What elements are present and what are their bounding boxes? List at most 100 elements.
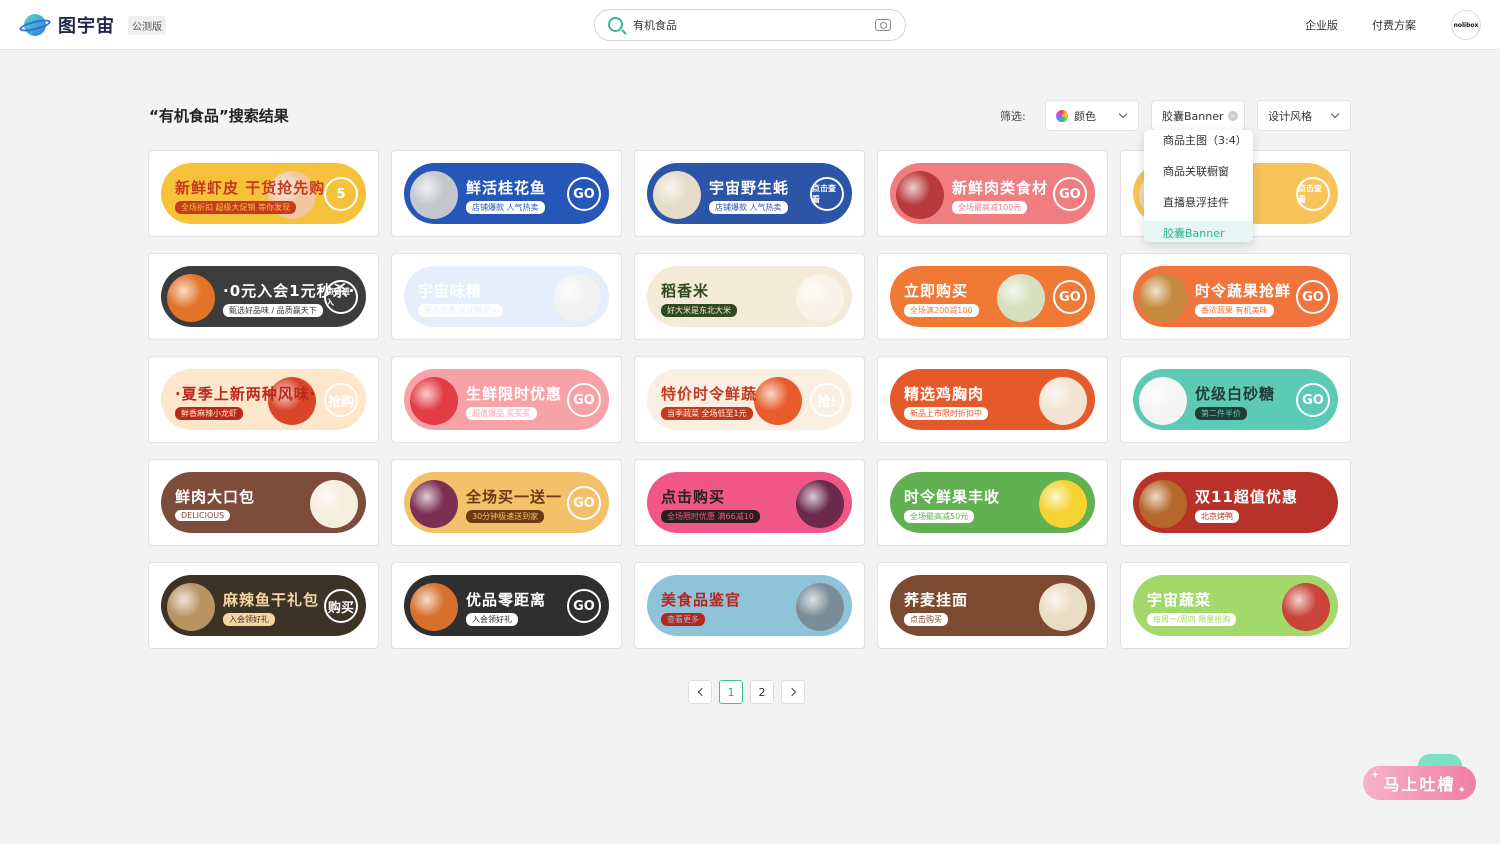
banner-go-badge: 购买	[324, 589, 358, 623]
banner-card[interactable]: 鲜肉大口包 DELICIOUS	[148, 459, 379, 546]
dropdown-item[interactable]: 商品主图（3:4）	[1144, 130, 1253, 154]
capsule-banner: 麻辣鱼干礼包 入会领好礼 购买	[161, 575, 366, 636]
banner-card[interactable]: 宇宙野生蚝 店铺爆款 人气热卖 点击查看	[634, 150, 865, 237]
capsule-banner: 新鲜虾皮 干货抢先购 全场折扣 超级大促销 等你发现 5	[161, 163, 366, 224]
style-filter[interactable]: 设计风格	[1257, 100, 1351, 131]
search-input[interactable]	[633, 16, 863, 34]
food-image	[796, 274, 844, 322]
capsule-banner: 新鲜肉类食材 全场最高减100元 GO	[890, 163, 1095, 224]
dropdown-item[interactable]: 商品关联橱窗	[1144, 159, 1253, 185]
dropdown-item-selected[interactable]: 胶囊Banner	[1144, 221, 1253, 242]
banner-card[interactable]: 立即购买 全场满200减100 GO	[877, 253, 1108, 340]
food-image	[167, 583, 215, 631]
banner-card[interactable]: 美食品鉴官 查看更多	[634, 562, 865, 649]
next-page-button[interactable]	[781, 680, 805, 704]
banner-title: 稻香米	[661, 282, 710, 300]
banner-go-badge: GO	[567, 589, 601, 623]
capsule-banner: 宇宙野生蚝 店铺爆款 人气热卖 点击查看	[647, 163, 852, 224]
banner-card[interactable]: 麻辣鱼干礼包 入会领好礼 购买	[148, 562, 379, 649]
dropdown-item[interactable]: 直播悬浮挂件	[1144, 190, 1253, 216]
banner-card[interactable]: 时令蔬果抢鲜 香浓蔬果 有机美味 GO	[1120, 253, 1351, 340]
page-1-button[interactable]: 1	[719, 680, 743, 704]
enterprise-link[interactable]: 企业版	[1305, 17, 1338, 33]
capsule-banner: 精选鸡胸肉 新品上市限时折扣中	[890, 369, 1095, 430]
chevron-left-icon	[697, 687, 706, 697]
banner-card[interactable]: 宇宙蔬菜 每周一/周四 限量抢购	[1120, 562, 1351, 649]
camera-icon[interactable]	[875, 19, 891, 31]
banner-title: 宇宙野生蚝	[709, 179, 790, 197]
capsule-banner: 鲜肉大口包 DELICIOUS	[161, 472, 366, 533]
banner-card[interactable]: 新鲜肉类食材 全场最高减100元 GO	[877, 150, 1108, 237]
food-image	[1139, 480, 1187, 528]
food-image	[1039, 480, 1087, 528]
capsule-banner: 优品零距离 入会领好礼 GO	[404, 575, 609, 636]
capsule-banner: 特价时令鲜蔬 当季蔬菜 全场低至1元 抢!	[647, 369, 852, 430]
banner-go-badge: 点击查看	[1296, 177, 1330, 211]
banner-subtitle: 更多优惠 前往购买>	[418, 304, 504, 317]
banner-subtitle: 店铺爆款 人气热卖	[466, 201, 545, 214]
banner-go-badge: GO	[1053, 177, 1087, 211]
banner-title: 鲜活桂花鱼	[466, 179, 547, 197]
capsule-banner: 全场买一送一 30分钟极速送到家 GO	[404, 472, 609, 533]
top-header: 图宇宙 公测版 企业版 付费方案 nolibox	[0, 0, 1500, 50]
feedback-button[interactable]: ✦ 马上吐槽 ✦	[1363, 766, 1476, 800]
page-2-button[interactable]: 2	[750, 680, 774, 704]
banner-card[interactable]: 鲜活桂花鱼 店铺爆款 人气热卖 GO	[391, 150, 622, 237]
banner-title: 新鲜肉类食材	[952, 179, 1049, 197]
food-image	[1282, 583, 1330, 631]
search-icon	[608, 17, 623, 32]
type-filter[interactable]: 胶囊Banner ×	[1151, 100, 1245, 131]
banner-subtitle: 全场折扣 超级大促销 等你发现	[175, 201, 297, 214]
color-filter[interactable]: 颜色	[1045, 100, 1139, 131]
banner-card[interactable]: ·夏季上新两种风味· 鲜香麻辣小龙虾 抢购	[148, 356, 379, 443]
banner-subtitle: 每周一/周四 限量抢购	[1147, 613, 1237, 626]
banner-title: ·夏季上新两种风味·	[175, 385, 317, 403]
banner-card[interactable]: 精选鸡胸肉 新品上市限时折扣中	[877, 356, 1108, 443]
food-image	[1139, 274, 1187, 322]
banner-subtitle: 入会领好礼	[223, 613, 275, 626]
banner-card[interactable]: 生鲜限时优惠 超值爆品 买买买 GO	[391, 356, 622, 443]
capsule-banner: ·夏季上新两种风味· 鲜香麻辣小龙虾 抢购	[161, 369, 366, 430]
banner-card[interactable]: 全场买一送一 30分钟极速送到家 GO	[391, 459, 622, 546]
clear-icon[interactable]: ×	[1227, 110, 1238, 121]
food-image	[1039, 583, 1087, 631]
banner-subtitle: 查看更多	[661, 613, 705, 626]
banner-card[interactable]: 特价时令鲜蔬 当季蔬菜 全场低至1元 抢!	[634, 356, 865, 443]
color-filter-label: 颜色	[1074, 109, 1096, 123]
food-image	[896, 171, 944, 219]
banner-subtitle: DELICIOUS	[175, 510, 231, 521]
banner-card[interactable]: 宇宙味精 更多优惠 前往购买>	[391, 253, 622, 340]
search-bar[interactable]	[594, 9, 906, 41]
banner-title: 精选鸡胸肉	[904, 385, 985, 403]
banner-card[interactable]: 时令鲜果丰收 全场最高减50元	[877, 459, 1108, 546]
avatar[interactable]: nolibox	[1451, 10, 1481, 40]
banner-card[interactable]: 稻香米 好大米是东北大米	[634, 253, 865, 340]
food-image	[997, 274, 1045, 322]
banner-subtitle: 全场限时优惠 满66减10	[661, 510, 760, 523]
food-image	[310, 480, 358, 528]
banner-subtitle: 超值爆品 买买买	[466, 407, 537, 420]
banner-title: 鲜肉大口包	[175, 488, 256, 506]
food-image	[410, 171, 458, 219]
pricing-link[interactable]: 付费方案	[1372, 17, 1416, 33]
capsule-banner: 时令蔬果抢鲜 香浓蔬果 有机美味 GO	[1133, 266, 1338, 327]
banner-card[interactable]: 优级白砂糖 第二件半价 GO	[1120, 356, 1351, 443]
banner-subtitle: 鲜香麻辣小龙虾	[175, 407, 243, 420]
banner-card[interactable]: ·0元入会1元秒杀· 甄选好品味 / 品质赢天下 点击进入	[148, 253, 379, 340]
capsule-banner: 鲜活桂花鱼 店铺爆款 人气热卖 GO	[404, 163, 609, 224]
banner-card[interactable]: 荞麦挂面 点击购买	[877, 562, 1108, 649]
prev-page-button[interactable]	[688, 680, 712, 704]
food-image	[754, 377, 802, 425]
banner-go-badge: 点击查看	[810, 177, 844, 211]
banner-title: 新鲜虾皮 干货抢先购	[175, 179, 326, 197]
capsule-banner: 时令鲜果丰收 全场最高减50元	[890, 472, 1095, 533]
capsule-banner: ·0元入会1元秒杀· 甄选好品味 / 品质赢天下 点击进入	[161, 266, 366, 327]
sparkle-icon: ✦	[1371, 770, 1382, 781]
banner-card[interactable]: 点击购买 全场限时优惠 满66减10	[634, 459, 865, 546]
banner-card[interactable]: 新鲜虾皮 干货抢先购 全场折扣 超级大促销 等你发现 5	[148, 150, 379, 237]
banner-card[interactable]: 优品零距离 入会领好礼 GO	[391, 562, 622, 649]
banner-subtitle: 30分钟极速送到家	[466, 510, 545, 523]
logo[interactable]: 图宇宙 公测版	[18, 12, 166, 38]
banner-card[interactable]: 双11超值优惠 北京烤鸭	[1120, 459, 1351, 546]
banner-title: 生鲜限时优惠	[466, 385, 563, 403]
